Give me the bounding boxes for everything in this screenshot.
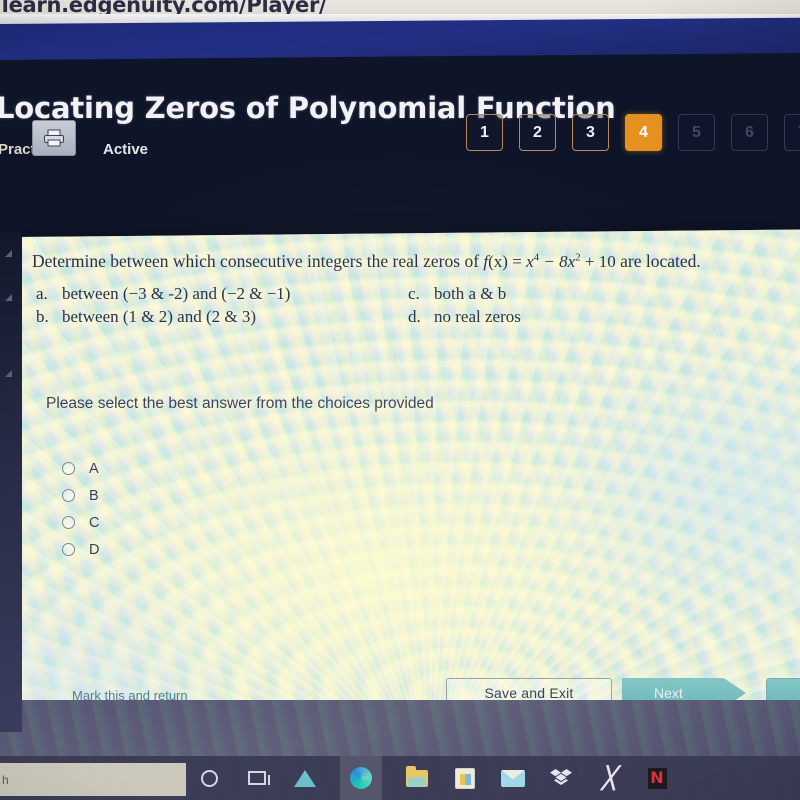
- option-d: d. no real zeros: [408, 307, 521, 327]
- option-c-text: both a & b: [434, 284, 507, 303]
- question-pill-5: 5: [678, 114, 715, 151]
- task-view-icon[interactable]: [244, 765, 270, 791]
- question-pill-3[interactable]: 3: [572, 114, 609, 151]
- question-stem: Determine between which consecutive inte…: [32, 251, 792, 272]
- function-expression: f(x) = x4 − 8x2 + 10: [483, 251, 616, 271]
- choice-b-label: B: [89, 487, 99, 504]
- question-pill-7: 7: [784, 114, 800, 151]
- choice-b[interactable]: B: [62, 482, 99, 509]
- question-pill-4[interactable]: 4: [625, 114, 662, 151]
- taskbar-search-box[interactable]: h: [0, 763, 186, 796]
- taskbar-search-text: h: [2, 772, 9, 787]
- stem-after: are located.: [615, 251, 701, 271]
- term3: + 10: [580, 252, 616, 271]
- option-c-letter: c.: [408, 284, 420, 303]
- question-pill-6: 6: [731, 114, 768, 151]
- cortana-icon[interactable]: [196, 765, 222, 791]
- left-sidebar-rail: [0, 232, 22, 732]
- choice-a[interactable]: A: [62, 455, 99, 482]
- choice-d-label: D: [89, 541, 100, 558]
- radio-b-icon[interactable]: [62, 489, 75, 502]
- option-c: c. both a & b: [408, 284, 506, 304]
- option-a: a. between (−3 & -2) and (−2 & −1): [36, 284, 290, 304]
- option-d-letter: d.: [408, 307, 421, 326]
- term2: − 8x: [539, 252, 576, 271]
- taskbar-icon-group: ╳ N: [196, 756, 670, 800]
- netflix-icon[interactable]: N: [644, 765, 670, 791]
- option-b-text: between (1 & 2) and (2 & 3): [62, 307, 257, 326]
- rail-marker-1: [5, 250, 12, 257]
- answer-choice-list: A B C D: [62, 455, 99, 563]
- term1-base: x: [526, 252, 534, 271]
- print-button[interactable]: [32, 120, 76, 156]
- choice-c-label: C: [89, 514, 100, 531]
- rail-marker-2: [5, 294, 12, 301]
- radio-d-icon[interactable]: [62, 543, 75, 556]
- question-pill-1[interactable]: 1: [466, 114, 503, 151]
- microsoft-edge-icon[interactable]: [340, 756, 382, 800]
- choice-a-label: A: [89, 460, 99, 477]
- question-card: Determine between which consecutive inte…: [18, 229, 800, 724]
- app-triangle-icon[interactable]: [292, 765, 318, 791]
- file-explorer-icon[interactable]: [404, 765, 430, 791]
- printer-icon: [44, 129, 64, 147]
- rail-marker-3: [5, 370, 12, 377]
- option-d-text: no real zeros: [434, 307, 521, 326]
- question-number-nav[interactable]: 1 2 3 4 5 6 7: [466, 114, 800, 151]
- lightning-s-icon[interactable]: ╳: [596, 765, 622, 791]
- option-b-letter: b.: [36, 307, 49, 326]
- choice-c[interactable]: C: [62, 509, 99, 536]
- screenshot-root: .learn.edgenuity.com/Player/ Locating Ze…: [0, 0, 800, 800]
- mail-icon[interactable]: [500, 765, 526, 791]
- question-pill-2[interactable]: 2: [519, 114, 556, 151]
- function-arg: (x) =: [488, 252, 527, 271]
- windows-taskbar: h ╳ N: [0, 756, 800, 800]
- option-a-letter: a.: [36, 284, 48, 303]
- lesson-status-label: Active: [103, 141, 149, 158]
- choice-d[interactable]: D: [62, 536, 99, 563]
- answer-prompt: Please select the best answer from the c…: [46, 395, 434, 412]
- option-b: b. between (1 & 2) and (2 & 3): [36, 307, 256, 327]
- radio-c-icon[interactable]: [62, 516, 75, 529]
- radio-a-icon[interactable]: [62, 462, 75, 475]
- option-a-text: between (−3 & -2) and (−2 & −1): [62, 284, 291, 303]
- microsoft-store-icon[interactable]: [452, 765, 478, 791]
- dropbox-icon[interactable]: [548, 765, 574, 791]
- stem-before: Determine between which consecutive inte…: [32, 251, 484, 271]
